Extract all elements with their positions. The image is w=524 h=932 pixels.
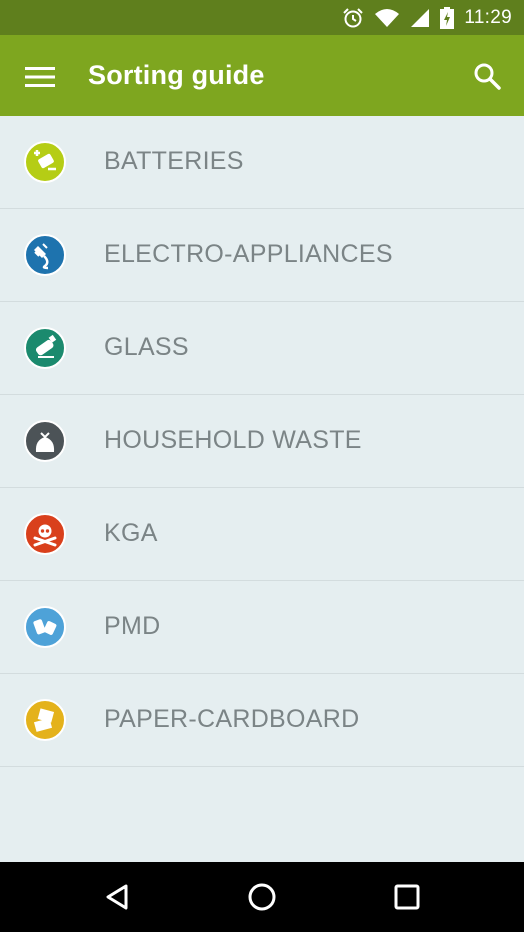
- battery-charging-icon: [440, 6, 455, 29]
- battery-icon: [24, 141, 66, 183]
- plug-icon: [24, 234, 66, 276]
- home-circle-icon[interactable]: [242, 877, 282, 917]
- cell-signal-icon: [410, 8, 430, 28]
- search-icon[interactable]: [468, 57, 506, 95]
- list-item-electro-appliances[interactable]: ELECTRO-APPLIANCES: [0, 209, 524, 302]
- system-nav-bar: [0, 862, 524, 932]
- paper-box-icon: [24, 699, 66, 741]
- list-item-label: HOUSEHOLD WASTE: [104, 426, 362, 454]
- wifi-icon: [374, 8, 400, 28]
- list-item-label: ELECTRO-APPLIANCES: [104, 240, 393, 268]
- list-item-label: PAPER-CARDBOARD: [104, 705, 360, 733]
- list-item-label: KGA: [104, 519, 158, 547]
- list-item-glass[interactable]: GLASS: [0, 302, 524, 395]
- list-item-household-waste[interactable]: HOUSEHOLD WASTE: [0, 395, 524, 488]
- status-time: 11:29: [464, 6, 512, 28]
- back-triangle-icon[interactable]: [97, 877, 137, 917]
- list-item-paper-cardboard[interactable]: PAPER-CARDBOARD: [0, 674, 524, 767]
- list-item-batteries[interactable]: BATTERIES: [0, 116, 524, 209]
- trash-bag-icon: [24, 420, 66, 462]
- list-item-kga[interactable]: KGA: [0, 488, 524, 581]
- status-bar: 11:29: [0, 0, 524, 35]
- can-bottle-icon: [24, 606, 66, 648]
- recents-square-icon[interactable]: [387, 877, 427, 917]
- list-item-pmd[interactable]: PMD: [0, 581, 524, 674]
- hamburger-menu-icon[interactable]: [22, 59, 58, 95]
- page-title: Sorting guide: [88, 60, 265, 90]
- skull-crossbones-icon: [24, 513, 66, 555]
- category-list: BATTERIES ELECTRO-APPLIANCES GLASS HOUSE…: [0, 116, 524, 767]
- bottle-icon: [24, 327, 66, 369]
- list-item-label: BATTERIES: [104, 147, 244, 175]
- app-bar: Sorting guide: [0, 35, 524, 116]
- list-item-label: PMD: [104, 612, 161, 640]
- alarm-icon: [342, 7, 364, 29]
- list-item-label: GLASS: [104, 333, 189, 361]
